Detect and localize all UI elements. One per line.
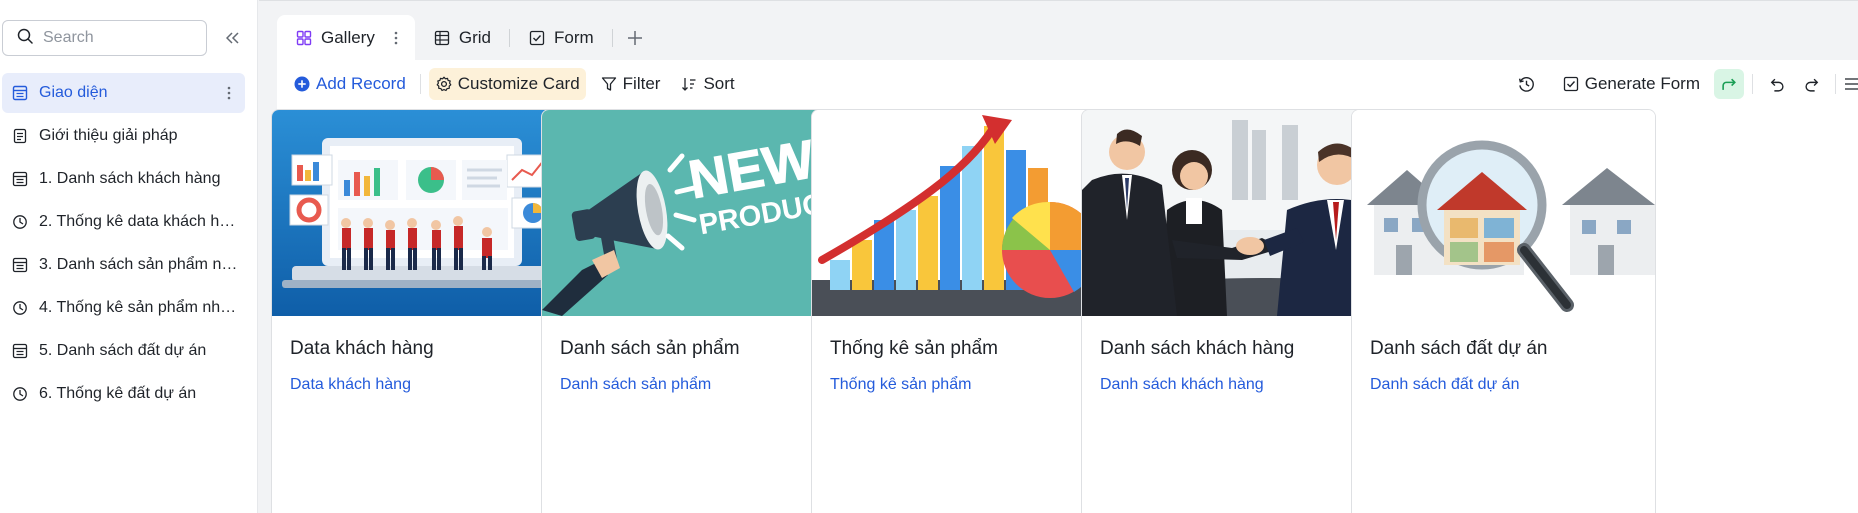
history-icon[interactable] — [1512, 69, 1542, 99]
generate-form-label: Generate Form — [1584, 74, 1700, 93]
gallery-view: Add Record Customize Card Filter Sort Ge… — [271, 60, 1858, 513]
plus-circle-icon — [293, 75, 311, 93]
gear-icon — [435, 75, 453, 93]
sort-icon — [680, 75, 698, 93]
card-cover-image — [272, 110, 575, 316]
customize-card-label: Customize Card — [457, 74, 580, 93]
sort-button[interactable]: Sort — [674, 68, 740, 100]
sidebar-item-thong-ke-dat-du-an[interactable]: 6. Thống kê đất dự án — [2, 374, 245, 414]
dashboard-icon — [11, 299, 29, 317]
tab-label: Form — [553, 27, 594, 47]
toolbar: Add Record Customize Card Filter Sort Ge… — [277, 60, 1858, 108]
view-tabs: Gallery Grid Form — [277, 15, 657, 60]
card-title: Data khách hàng — [290, 338, 434, 359]
more-icon[interactable] — [1844, 69, 1858, 99]
card-title: Thống kê sản phẩm — [830, 338, 998, 359]
sidebar-item-thong-ke-data-khach-hang[interactable]: 2. Thống kê data khách hà... — [2, 202, 245, 242]
tab-gallery[interactable]: Gallery — [277, 15, 415, 60]
tab-label: Grid — [458, 27, 491, 47]
card-field-value: Danh sách sản phẩm — [560, 376, 712, 393]
tab-label: Gallery — [321, 27, 375, 47]
gallery-card[interactable]: Data khách hàng Data khách hàng — [271, 109, 576, 513]
filter-icon — [600, 75, 618, 93]
customize-card-button[interactable]: Customize Card — [428, 68, 586, 100]
card-cover-image — [812, 110, 1115, 316]
search-box[interactable] — [2, 20, 207, 56]
sidebar-item-label: Giao diện — [39, 84, 108, 101]
share-icon[interactable] — [1714, 69, 1744, 99]
card-title: Danh sách khách hàng — [1100, 338, 1295, 359]
divider — [1752, 74, 1753, 94]
gallery-icon — [295, 29, 313, 47]
gallery-card[interactable]: Danh sách khách hàng Danh sách khách hàn… — [1081, 109, 1386, 513]
card-field-value: Danh sách khách hàng — [1100, 376, 1264, 393]
filter-label: Filter — [622, 74, 661, 93]
card-field-value: Danh sách đất dự án — [1370, 376, 1520, 393]
sidebar-item-giao-dien[interactable]: Giao diện — [2, 73, 245, 113]
divider — [419, 74, 421, 94]
sidebar-nav: Giao diện Giới thiệu giải pháp 1. Danh s… — [2, 73, 245, 417]
new-product-text: NEW PRODUCT — [684, 129, 844, 242]
card-cover-image — [1352, 110, 1655, 316]
card-grid: Data khách hàng Data khách hàng Danh sác… — [265, 109, 1858, 513]
gallery-card[interactable]: Thống kê sản phẩm Thống kê sản phẩm — [811, 109, 1116, 513]
sidebar-item-gioi-thieu[interactable]: Giới thiệu giải pháp — [2, 116, 245, 156]
sidebar-item-danh-sach-khach-hang[interactable]: 1. Danh sách khách hàng — [2, 159, 245, 199]
more-options-icon[interactable] — [391, 31, 401, 45]
sidebar-item-label: 6. Thống kê đất dự án — [39, 385, 197, 402]
dashboard-icon — [11, 385, 29, 403]
table-icon — [11, 256, 29, 274]
gallery-card[interactable]: Danh sách sản phẩm Danh sách sản phẩm NE… — [541, 109, 846, 513]
sidebar-item-danh-sach-dat-du-an[interactable]: 5. Danh sách đất dự án — [2, 331, 245, 371]
sidebar: Giao diện Giới thiệu giải pháp 1. Danh s… — [0, 0, 258, 513]
card-cover-image — [1082, 110, 1385, 316]
card-title: Danh sách sản phẩm — [560, 338, 740, 359]
gallery-card[interactable]: Danh sách đất dự án Danh sách đất dự án — [1351, 109, 1656, 513]
redo-icon[interactable] — [1797, 69, 1827, 99]
form-icon — [528, 29, 546, 47]
form-icon — [1562, 75, 1580, 93]
add-view-icon[interactable] — [613, 15, 657, 60]
sidebar-item-label: 2. Thống kê data khách hà... — [39, 213, 239, 230]
divider — [1835, 74, 1836, 94]
sort-label: Sort — [703, 74, 735, 93]
tab-form[interactable]: Form — [510, 15, 612, 60]
table-icon — [11, 84, 29, 102]
card-field-value: Thống kê sản phẩm — [830, 376, 972, 393]
table-icon — [11, 170, 29, 188]
sidebar-item-danh-sach-san-pham[interactable]: 3. Danh sách sản phẩm nh... — [2, 245, 245, 285]
sidebar-item-label: Giới thiệu giải pháp — [39, 127, 178, 144]
tab-grid[interactable]: Grid — [415, 15, 509, 60]
sidebar-item-label: 5. Danh sách đất dự án — [39, 342, 207, 359]
add-record-button[interactable]: Add Record — [287, 68, 412, 100]
more-options-icon[interactable] — [221, 83, 237, 103]
card-title: Danh sách đất dự án — [1370, 338, 1548, 359]
collapse-sidebar-icon[interactable] — [222, 27, 244, 49]
main-area: Gallery Grid Form Add Record Customize C… — [259, 0, 1858, 513]
add-record-label: Add Record — [316, 74, 406, 93]
sidebar-item-label: 4. Thống kê sản phẩm nhà... — [39, 299, 239, 316]
sidebar-item-thong-ke-san-pham[interactable]: 4. Thống kê sản phẩm nhà... — [2, 288, 245, 328]
search-input[interactable] — [43, 29, 193, 47]
sidebar-item-label: 3. Danh sách sản phẩm nh... — [39, 256, 239, 273]
dashboard-icon — [11, 213, 29, 231]
generate-form-button[interactable]: Generate Form — [1556, 68, 1706, 100]
doc-icon — [11, 127, 29, 145]
table-icon — [11, 342, 29, 360]
sidebar-item-label: 1. Danh sách khách hàng — [39, 170, 221, 187]
search-icon — [17, 28, 33, 49]
grid-icon — [433, 29, 451, 47]
undo-icon[interactable] — [1761, 69, 1791, 99]
card-field-value: Data khách hàng — [290, 376, 411, 393]
filter-button[interactable]: Filter — [594, 68, 667, 100]
divider — [259, 0, 1858, 1]
